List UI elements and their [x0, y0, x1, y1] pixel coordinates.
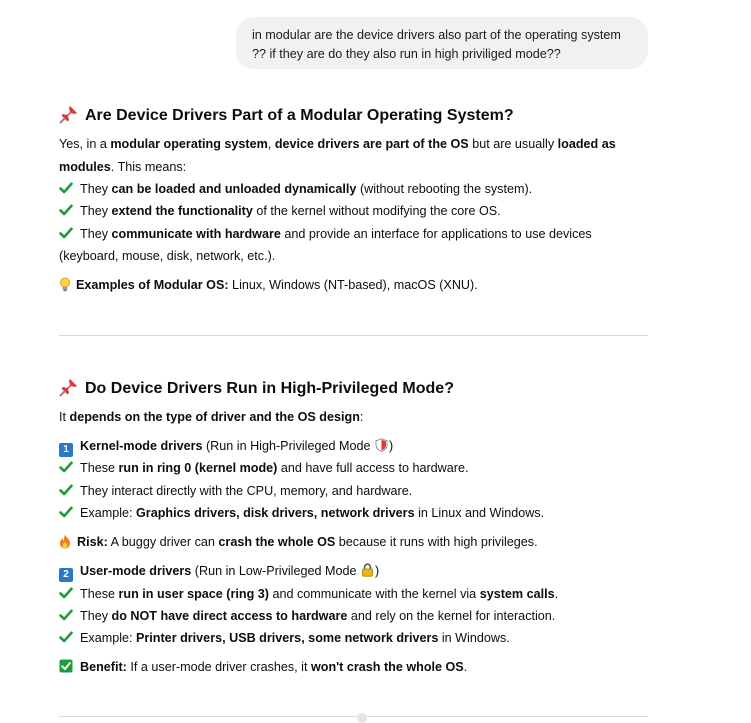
section2-title: Do Device Drivers Run in High-Privileged… [85, 380, 454, 397]
check-icon [59, 203, 73, 217]
list-item: Example: Printer drivers, USB drivers, s… [59, 628, 510, 648]
pushpin-icon [59, 377, 79, 397]
kernel-mode-heading: 1 Kernel-mode drivers (Run in High-Privil… [59, 436, 393, 457]
section1-title: Are Device Drivers Part of a Modular Ope… [85, 107, 514, 124]
check-box-icon [59, 659, 73, 673]
list-item-continuation: (keyboard, mouse, disk, network, etc.). [59, 249, 276, 263]
examples-line: Examples of Modular OS: Linux, Windows (… [59, 275, 478, 295]
list-item: They extend the functionality of the ker… [59, 201, 501, 221]
section1-intro-line1: Yes, in a modular operating system, devi… [59, 137, 616, 151]
scroll-indicator[interactable] [357, 713, 367, 723]
check-icon [59, 483, 73, 497]
lightbulb-icon [60, 277, 70, 292]
pushpin-icon [59, 104, 79, 124]
user-message-bubble: in modular are the device drivers also p… [236, 17, 648, 69]
list-item: These run in ring 0 (kernel mode) and ha… [59, 458, 468, 478]
check-icon [59, 226, 73, 240]
list-item: They can be loaded and unloaded dynamica… [59, 179, 532, 199]
section2-heading: Do Device Drivers Run in High-Privileged… [59, 377, 454, 399]
user-message-line-1: in modular are the device drivers also p… [252, 28, 621, 42]
user-mode-heading: 2 User-mode drivers (Run in Low-Privilege… [59, 561, 379, 582]
keycap-one-icon: 1 [59, 443, 73, 457]
keycap-two-icon: 2 [59, 568, 73, 582]
section1-heading: Are Device Drivers Part of a Modular Ope… [59, 104, 514, 126]
user-message-line-2: ?? if they are do they also run in high … [252, 47, 561, 61]
section1-intro-line2: modules. This means: [59, 160, 187, 174]
check-icon [59, 630, 73, 644]
list-item: Example: Graphics drivers, disk drivers,… [59, 503, 544, 523]
check-icon [59, 505, 73, 519]
check-icon [59, 181, 73, 195]
lock-icon [362, 563, 373, 577]
benefit-line: Benefit: If a user-mode driver crashes, … [59, 657, 467, 677]
list-item: These run in user space (ring 3) and com… [59, 584, 558, 604]
section-divider [59, 335, 648, 336]
list-item: They do NOT have direct access to hardwa… [59, 606, 555, 626]
list-item: They interact directly with the CPU, mem… [59, 481, 412, 501]
check-icon [59, 608, 73, 622]
check-icon [59, 586, 73, 600]
section-divider [59, 716, 648, 717]
shield-icon [375, 438, 388, 452]
risk-line: Risk: A buggy driver can crash the whole… [59, 532, 538, 552]
check-icon [59, 460, 73, 474]
fire-icon [60, 534, 70, 549]
section2-intro: It depends on the type of driver and the… [59, 410, 364, 424]
list-item: They communicate with hardware and provi… [59, 224, 592, 244]
